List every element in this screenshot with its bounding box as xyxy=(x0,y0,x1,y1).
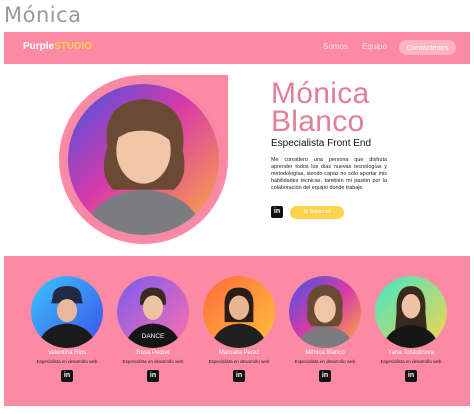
call-me-button[interactable]: Te llamamos xyxy=(290,206,344,219)
nav-link-somos[interactable]: Somos xyxy=(323,42,348,51)
team-member-name: Rosa Pedret xyxy=(136,350,170,356)
team-member-role: Especialista en desarrollo web xyxy=(294,359,356,364)
team-member-role: Especialista en desarrollo web xyxy=(380,359,442,364)
nav-link-equipo[interactable]: Equipo xyxy=(362,42,387,51)
team-member-card: Valentina Rios Especialista en desarroll… xyxy=(24,276,110,386)
hero-name: Mónica Blanco xyxy=(271,77,370,138)
svg-text:DANCE: DANCE xyxy=(142,333,165,340)
linkedin-icon[interactable]: in xyxy=(271,206,283,218)
team-member-photo xyxy=(31,276,103,348)
navbar: PurpleSTUDIO Somos Equipo Contáctenos xyxy=(4,32,470,64)
team-member-card: Manuela Perez Especialista en desarrollo… xyxy=(196,276,282,386)
hero-bio: Me considero una persona que disfruta ap… xyxy=(271,157,387,191)
brand-part-2: STUDIO xyxy=(54,41,92,52)
team-member-role: Especialista en desarrollo web xyxy=(36,359,98,364)
team-member-name: Yana Tolstobrova xyxy=(388,350,434,356)
brand-part-1: Purple xyxy=(23,41,55,52)
linkedin-icon[interactable]: in xyxy=(147,370,159,382)
profile-photo xyxy=(63,79,224,240)
team-member-role: Especialista en desarrollo web xyxy=(208,359,270,364)
contact-button[interactable]: Contáctenos xyxy=(399,40,456,55)
linkedin-icon[interactable]: in xyxy=(405,370,417,382)
team-section: Valentina Rios Especialista en desarroll… xyxy=(4,256,470,406)
linkedin-icon[interactable]: in xyxy=(61,370,73,382)
brand-logo[interactable]: PurpleSTUDIO xyxy=(23,41,92,52)
hero-section: Mónica Blanco Especialista Front End Me … xyxy=(4,64,470,256)
linkedin-icon[interactable]: in xyxy=(233,370,245,382)
team-member-photo xyxy=(289,276,361,348)
hero-role: Especialista Front End xyxy=(271,138,372,149)
team-member-card: Mónica Blanco Especialista en desarrollo… xyxy=(282,276,368,386)
team-member-role: Especialista en desarrollo web xyxy=(122,359,184,364)
team-member-photo xyxy=(375,276,447,348)
page-title: Mónica xyxy=(4,3,82,27)
team-member-name: Valentina Rios xyxy=(47,350,87,356)
team-member-name: Mónica Blanco xyxy=(305,350,345,356)
team-member-photo: DANCE xyxy=(117,276,189,348)
team-member-card: DANCE Rosa Pedret Especialista en desarr… xyxy=(110,276,196,386)
hero-name-first: Mónica xyxy=(271,77,370,110)
linkedin-icon[interactable]: in xyxy=(319,370,331,382)
team-member-photo xyxy=(203,276,275,348)
hero-name-last: Blanco xyxy=(271,105,365,138)
team-member-card: Yana Tolstobrova Especialista en desarro… xyxy=(368,276,454,386)
team-member-name: Manuela Perez xyxy=(218,350,260,356)
